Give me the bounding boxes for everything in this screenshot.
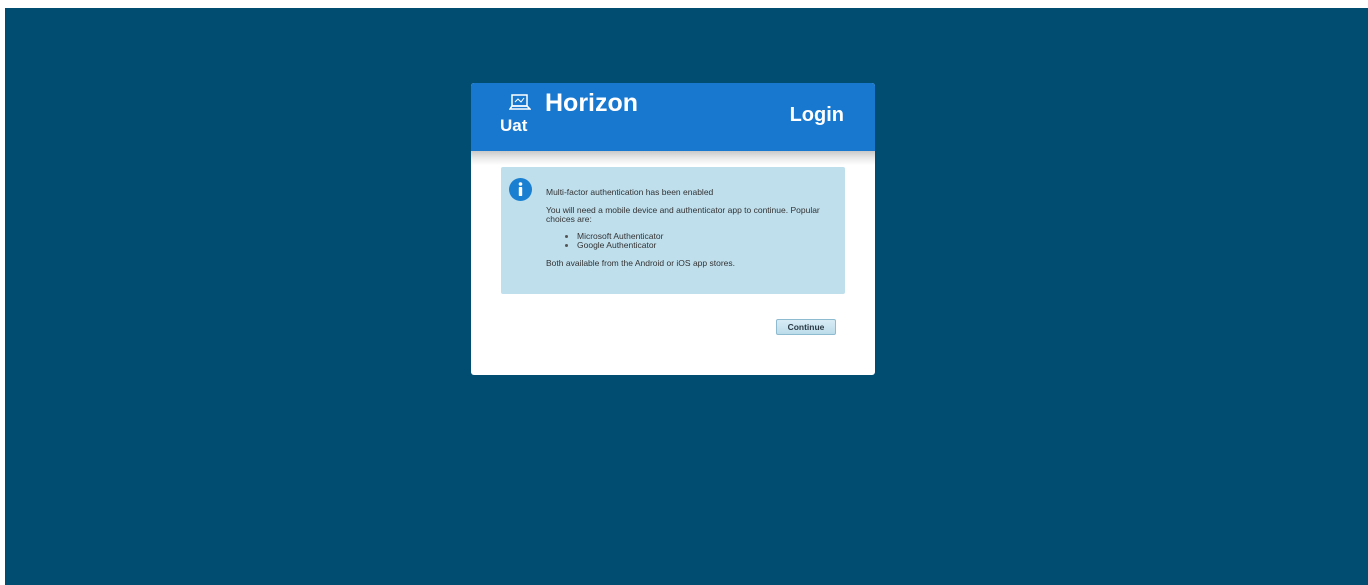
info-message-text: Multi-factor authentication has been ena… [546, 188, 841, 268]
app-title: Horizon [545, 89, 639, 117]
info-heading: Multi-factor authentication has been ena… [546, 187, 714, 197]
info-footer: Both available from the Android or iOS a… [546, 258, 735, 268]
info-body: You will need a mobile device and authen… [546, 205, 820, 224]
continue-button[interactable]: Continue [776, 319, 836, 335]
header-shadow [471, 151, 875, 165]
environment-label: Uat [500, 116, 528, 135]
laptop-icon [509, 94, 531, 110]
dialog-header: Uat Horizon Login [471, 83, 875, 151]
login-dialog: Uat Horizon Login Multi-factor authentic… [471, 83, 875, 375]
info-icon [509, 178, 532, 201]
page-title: Login [789, 104, 844, 126]
list-item: Google Authenticator [565, 241, 841, 250]
authenticator-list: Microsoft Authenticator Google Authentic… [546, 232, 841, 250]
info-message-box: Multi-factor authentication has been ena… [501, 167, 845, 294]
